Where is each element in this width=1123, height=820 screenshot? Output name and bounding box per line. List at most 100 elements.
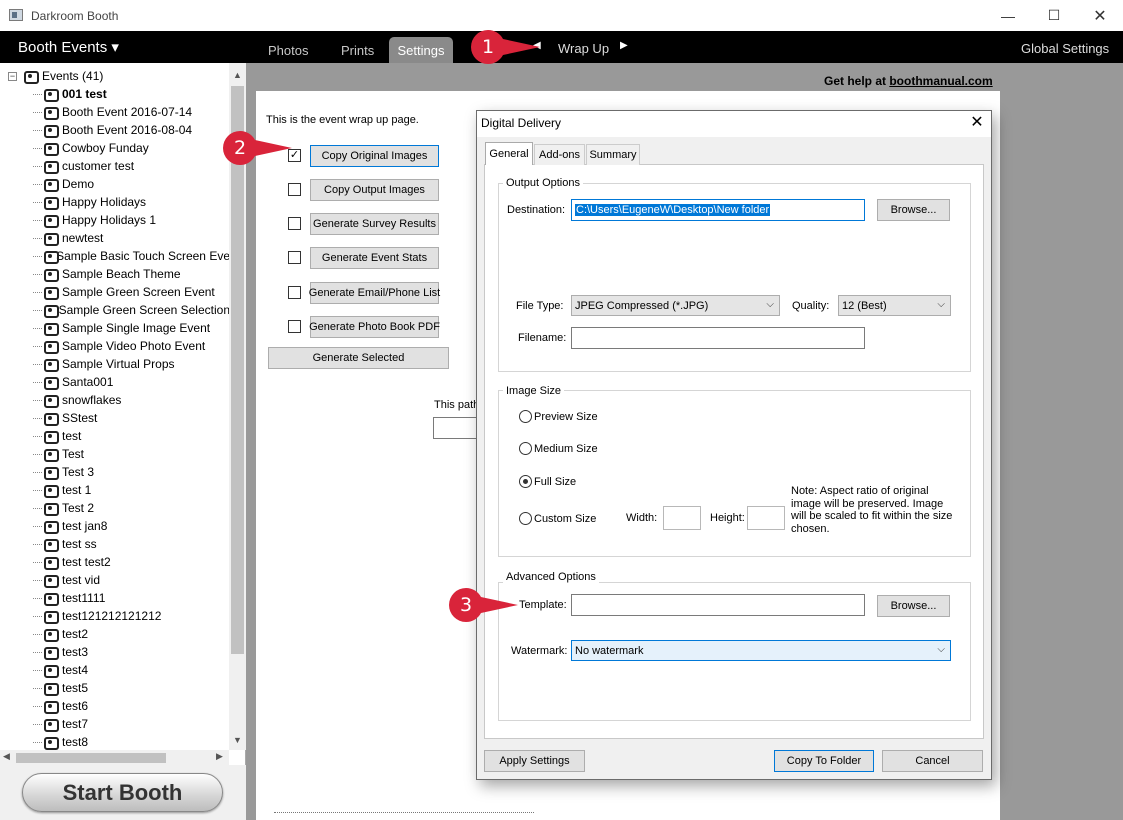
close-button[interactable]: ✕ bbox=[1077, 0, 1123, 31]
survey-results-checkbox[interactable] bbox=[288, 217, 301, 230]
tree-item[interactable]: Sample Virtual Props bbox=[0, 355, 230, 373]
tree-item[interactable]: Test 3 bbox=[0, 463, 230, 481]
tree-item[interactable]: Test bbox=[0, 445, 230, 463]
tree-item[interactable]: Happy Holidays bbox=[0, 193, 230, 211]
tree-item[interactable]: test1111 bbox=[0, 589, 230, 607]
tree-item[interactable]: Sample Green Screen Event bbox=[0, 283, 230, 301]
dialog-tab-general[interactable]: General bbox=[485, 142, 533, 165]
quality-select[interactable]: 12 (Best) ⌵ bbox=[838, 295, 951, 316]
tree-item[interactable]: Sample Basic Touch Screen Eve bbox=[0, 247, 230, 265]
tree-item[interactable]: Test 2 bbox=[0, 499, 230, 517]
generate-selected-button[interactable]: Generate Selected bbox=[268, 347, 449, 369]
tree-item[interactable]: Santa001 bbox=[0, 373, 230, 391]
apply-settings-button[interactable]: Apply Settings bbox=[484, 750, 585, 772]
tree-item[interactable]: Happy Holidays 1 bbox=[0, 211, 230, 229]
destination-input[interactable]: C:\Users\EugeneW\Desktop\New folder bbox=[571, 199, 865, 221]
filetype-select[interactable]: JPEG Compressed (*.JPG) ⌵ bbox=[571, 295, 780, 316]
scroll-left-icon[interactable]: ◀ bbox=[3, 751, 10, 762]
minimize-button[interactable]: — bbox=[985, 0, 1031, 31]
generate-photo-book-pdf-button[interactable]: Generate Photo Book PDF bbox=[309, 316, 440, 338]
tree-root[interactable]: − Events (41) bbox=[0, 67, 230, 85]
tree-item[interactable]: Sample Beach Theme bbox=[0, 265, 230, 283]
wrapup-prev-arrow-icon[interactable]: ◀ bbox=[533, 40, 541, 51]
photo-book-pdf-checkbox[interactable] bbox=[288, 320, 301, 333]
tree-item[interactable]: 001 test bbox=[0, 85, 230, 103]
generate-survey-results-button[interactable]: Generate Survey Results bbox=[310, 213, 439, 235]
tree-scroll-thumb[interactable] bbox=[231, 86, 244, 654]
event-stats-checkbox[interactable] bbox=[288, 251, 301, 264]
dialog-tab-addons[interactable]: Add-ons bbox=[534, 144, 585, 165]
watermark-select[interactable]: No watermark ⌵ bbox=[571, 640, 951, 661]
tree-item[interactable]: test6 bbox=[0, 697, 230, 715]
start-booth-button[interactable]: Start Booth bbox=[22, 773, 223, 812]
destination-browse-button[interactable]: Browse... bbox=[877, 199, 950, 221]
tree-item[interactable]: Cowboy Funday bbox=[0, 139, 230, 157]
copy-output-checkbox[interactable] bbox=[288, 183, 301, 196]
destination-value: C:\Users\EugeneW\Desktop\New folder bbox=[575, 204, 771, 216]
tree-item[interactable]: test7 bbox=[0, 715, 230, 733]
tree-item[interactable]: customer test bbox=[0, 157, 230, 175]
preview-size-radio[interactable] bbox=[519, 410, 532, 423]
scroll-down-icon[interactable]: ▼ bbox=[229, 735, 246, 745]
tree-item[interactable]: test bbox=[0, 427, 230, 445]
copy-output-images-button[interactable]: Copy Output Images bbox=[310, 179, 439, 201]
copy-original-checkbox[interactable]: ✓ bbox=[288, 149, 301, 162]
tree-item[interactable]: test2 bbox=[0, 625, 230, 643]
cancel-button[interactable]: Cancel bbox=[882, 750, 983, 772]
tab-settings[interactable]: Settings bbox=[389, 37, 453, 63]
tree-item[interactable]: test jan8 bbox=[0, 517, 230, 535]
tree-item[interactable]: test121212121212 bbox=[0, 607, 230, 625]
tree-item[interactable]: test ss bbox=[0, 535, 230, 553]
dialog-close-icon[interactable]: ✕ bbox=[966, 112, 988, 132]
height-input[interactable] bbox=[747, 506, 785, 530]
filename-input[interactable] bbox=[571, 327, 865, 349]
booth-events-menu[interactable]: Booth Events ▾ bbox=[18, 38, 119, 56]
tree-item-label: test7 bbox=[62, 717, 89, 731]
template-input[interactable] bbox=[571, 594, 865, 616]
tab-prints[interactable]: Prints bbox=[329, 37, 383, 63]
width-input[interactable] bbox=[663, 506, 701, 530]
scroll-up-icon[interactable]: ▲ bbox=[229, 70, 246, 80]
tree-item[interactable]: test4 bbox=[0, 661, 230, 679]
global-settings-link[interactable]: Global Settings bbox=[1021, 41, 1109, 56]
tree-item[interactable]: test3 bbox=[0, 643, 230, 661]
tree-item[interactable]: Sample Single Image Event bbox=[0, 319, 230, 337]
tree-item[interactable]: test5 bbox=[0, 679, 230, 697]
tree-item[interactable]: Sample Green Screen Selection bbox=[0, 301, 230, 319]
maximize-button[interactable]: ☐ bbox=[1031, 0, 1077, 31]
full-size-radio[interactable] bbox=[519, 475, 532, 488]
email-phone-list-checkbox[interactable] bbox=[288, 286, 301, 299]
camera-icon bbox=[42, 447, 59, 462]
path-input[interactable] bbox=[433, 417, 481, 439]
scroll-right-icon[interactable]: ▶ bbox=[216, 751, 223, 762]
camera-icon bbox=[42, 213, 59, 228]
tree-item-label: newtest bbox=[62, 231, 104, 245]
tree-item[interactable]: Booth Event 2016-08-04 bbox=[0, 121, 230, 139]
tree-item[interactable]: newtest bbox=[0, 229, 230, 247]
wrapup-next-arrow-icon[interactable]: ▶ bbox=[620, 40, 628, 51]
tree-item[interactable]: Booth Event 2016-07-14 bbox=[0, 103, 230, 121]
generate-event-stats-button[interactable]: Generate Event Stats bbox=[310, 247, 439, 269]
tree-item[interactable]: test vid bbox=[0, 571, 230, 589]
window-title: Darkroom Booth bbox=[31, 9, 119, 23]
tab-photos[interactable]: Photos bbox=[256, 37, 318, 63]
camera-icon bbox=[42, 465, 59, 480]
custom-size-radio[interactable] bbox=[519, 512, 532, 525]
help-link[interactable]: boothmanual.com bbox=[889, 74, 992, 88]
tree-item[interactable]: SStest bbox=[0, 409, 230, 427]
tree-item[interactable]: Demo bbox=[0, 175, 230, 193]
tree-item[interactable]: test test2 bbox=[0, 553, 230, 571]
collapse-icon[interactable]: − bbox=[8, 71, 17, 81]
tree-item[interactable]: snowflakes bbox=[0, 391, 230, 409]
generate-email-phone-list-button[interactable]: Generate Email/Phone List bbox=[309, 282, 440, 304]
medium-size-radio[interactable] bbox=[519, 442, 532, 455]
template-browse-button[interactable]: Browse... bbox=[877, 595, 950, 617]
tree-hscroll-thumb[interactable] bbox=[16, 753, 166, 763]
tree-item[interactable]: test 1 bbox=[0, 481, 230, 499]
events-tree[interactable]: − Events (41) 001 test Booth Event 2016-0… bbox=[0, 63, 246, 765]
copy-to-folder-button[interactable]: Copy To Folder bbox=[774, 750, 874, 772]
tree-item[interactable]: Sample Video Photo Event bbox=[0, 337, 230, 355]
copy-original-images-button[interactable]: Copy Original Images bbox=[310, 145, 439, 167]
dialog-tab-summary[interactable]: Summary bbox=[586, 144, 640, 165]
tree-item[interactable]: test8 bbox=[0, 733, 230, 751]
